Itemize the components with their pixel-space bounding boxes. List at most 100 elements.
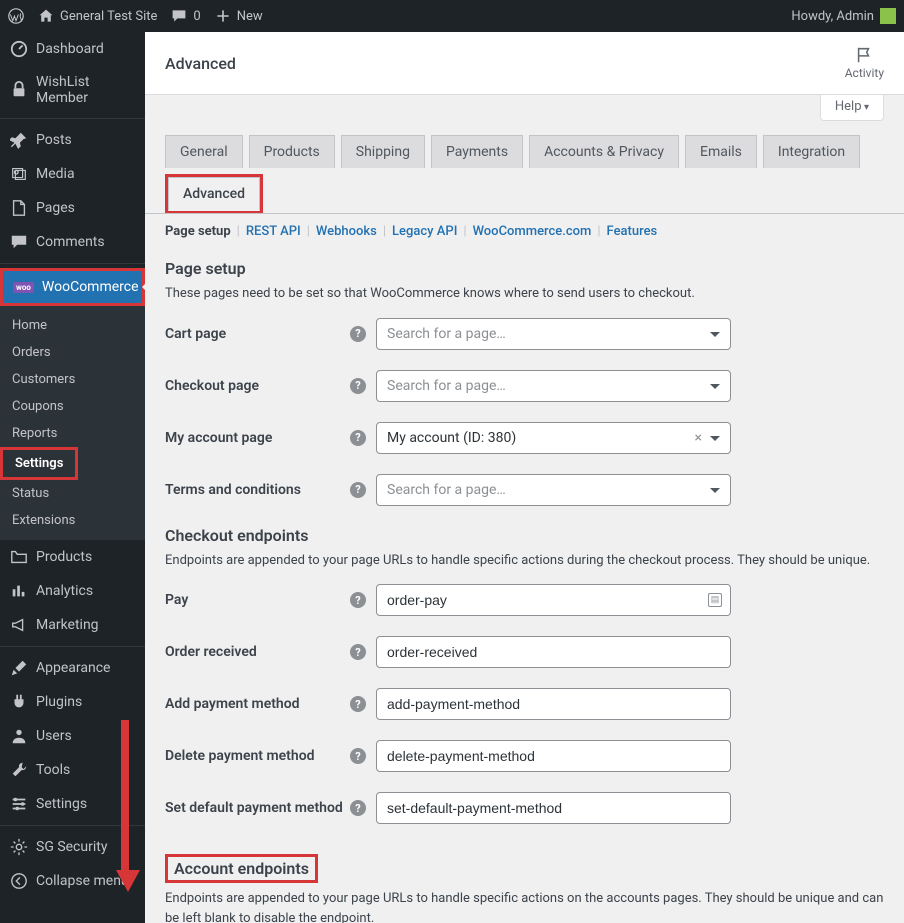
menu-marketing[interactable]: Marketing [0, 608, 145, 642]
menu-plugins[interactable]: Plugins [0, 685, 145, 719]
help-icon[interactable]: ? [350, 430, 366, 446]
tab-emails[interactable]: Emails [685, 135, 757, 168]
collapse-menu[interactable]: Collapse menu [0, 864, 145, 898]
submenu-customers[interactable]: Customers [0, 366, 145, 393]
menu-media[interactable]: Media [0, 157, 145, 191]
help-icon[interactable]: ? [350, 378, 366, 394]
help-icon[interactable]: ? [350, 482, 366, 498]
checkout-endpoints-heading: Checkout endpoints [165, 526, 884, 545]
comments-icon [10, 233, 28, 251]
account-page-select[interactable]: My account (ID: 380)× [376, 422, 731, 454]
page-header: Advanced Activity [145, 32, 904, 95]
add-payment-input[interactable] [376, 688, 731, 720]
site-name: General Test Site [60, 9, 157, 24]
activity-button[interactable]: Activity [845, 46, 884, 80]
analytics-icon [10, 582, 28, 600]
help-icon[interactable]: ? [350, 696, 366, 712]
clear-icon[interactable]: × [695, 430, 702, 446]
submenu-home[interactable]: Home [0, 312, 145, 339]
tab-advanced[interactable]: Advanced [168, 177, 260, 211]
lock-icon [10, 81, 28, 99]
checkout-endpoints-desc: Endpoints are appended to your page URLs… [165, 551, 884, 571]
page-setup-heading: Page setup [165, 259, 884, 278]
wordpress-icon [8, 8, 24, 24]
set-default-payment-input[interactable] [376, 792, 731, 824]
megaphone-icon [10, 616, 28, 634]
menu-settings[interactable]: Settings [0, 787, 145, 821]
account-page-label: My account page [165, 430, 350, 446]
wrench-icon [10, 761, 28, 779]
order-received-label: Order received [165, 644, 350, 660]
comments-link[interactable]: 0 [171, 8, 200, 24]
tab-shipping[interactable]: Shipping [341, 135, 425, 168]
comment-icon [171, 8, 187, 24]
products-icon [10, 548, 28, 566]
cart-page-label: Cart page [165, 326, 350, 342]
submenu-orders[interactable]: Orders [0, 339, 145, 366]
menu-appearance[interactable]: Appearance [0, 651, 145, 685]
subnav-webhooks[interactable]: Webhooks [316, 224, 377, 239]
menu-analytics[interactable]: Analytics [0, 574, 145, 608]
woocommerce-submenu: Home Orders Customers Coupons Reports Se… [0, 306, 145, 540]
main-content: Advanced Activity Help General Products … [145, 32, 904, 923]
page-title: Advanced [165, 54, 236, 73]
account-endpoints-heading: Account endpoints [165, 854, 318, 883]
submenu-coupons[interactable]: Coupons [0, 393, 145, 420]
submenu-settings[interactable]: Settings [3, 450, 75, 477]
help-icon[interactable]: ? [350, 592, 366, 608]
tab-accounts[interactable]: Accounts & Privacy [529, 135, 679, 168]
terms-page-select[interactable]: Search for a page… [376, 474, 731, 506]
menu-woocommerce[interactable]: wooWooCommerce [3, 271, 142, 303]
page-setup-desc: These pages need to be set so that WooCo… [165, 284, 884, 304]
menu-wishlist[interactable]: WishList Member [0, 66, 145, 114]
tab-general[interactable]: General [165, 135, 243, 168]
checkout-page-select[interactable]: Search for a page… [376, 370, 731, 402]
woocommerce-icon: woo [13, 282, 34, 293]
dashboard-icon [10, 40, 28, 58]
help-icon[interactable]: ? [350, 748, 366, 764]
tab-integration[interactable]: Integration [763, 135, 860, 168]
pay-input[interactable]: ▤ [376, 584, 731, 616]
menu-tools[interactable]: Tools [0, 753, 145, 787]
menu-sg-security[interactable]: SG Security [0, 830, 145, 864]
order-received-input[interactable] [376, 636, 731, 668]
subnav-page-setup[interactable]: Page setup [165, 224, 231, 239]
site-name-link[interactable]: General Test Site [38, 8, 157, 24]
cart-page-select[interactable]: Search for a page… [376, 318, 731, 350]
submenu-status[interactable]: Status [0, 480, 145, 507]
menu-comments[interactable]: Comments [0, 225, 145, 259]
home-icon [38, 8, 54, 24]
checkout-page-label: Checkout page [165, 378, 350, 394]
subnav-features[interactable]: Features [607, 224, 658, 239]
wp-logo[interactable] [8, 8, 24, 24]
new-content-link[interactable]: New [215, 8, 263, 24]
delete-payment-input[interactable] [376, 740, 731, 772]
admin-bar: General Test Site 0 New Howdy, Admin [0, 0, 904, 32]
subnav-woocommerce-com[interactable]: WooCommerce.com [473, 224, 592, 239]
page-icon [10, 199, 28, 217]
menu-products[interactable]: Products [0, 540, 145, 574]
help-tab[interactable]: Help [820, 95, 884, 121]
subnav-rest-api[interactable]: REST API [246, 224, 301, 239]
subnav-legacy-api[interactable]: Legacy API [392, 224, 457, 239]
collapse-icon [10, 872, 28, 890]
account-link[interactable]: Howdy, Admin [791, 8, 896, 24]
terms-page-label: Terms and conditions [165, 482, 350, 498]
submenu-extensions[interactable]: Extensions [0, 507, 145, 534]
menu-posts[interactable]: Posts [0, 123, 145, 157]
help-icon[interactable]: ? [350, 644, 366, 660]
tab-payments[interactable]: Payments [431, 135, 523, 168]
howdy-text: Howdy, Admin [791, 9, 874, 24]
set-default-payment-label: Set default payment method [165, 800, 350, 816]
submenu-reports[interactable]: Reports [0, 420, 145, 447]
new-label: New [237, 9, 263, 24]
help-icon[interactable]: ? [350, 326, 366, 342]
plug-icon [10, 693, 28, 711]
menu-dashboard[interactable]: Dashboard [0, 32, 145, 66]
menu-pages[interactable]: Pages [0, 191, 145, 225]
help-icon[interactable]: ? [350, 800, 366, 816]
avatar [880, 8, 896, 24]
account-endpoints-desc: Endpoints are appended to your page URLs… [165, 889, 884, 923]
menu-users[interactable]: Users [0, 719, 145, 753]
tab-products[interactable]: Products [249, 135, 335, 168]
